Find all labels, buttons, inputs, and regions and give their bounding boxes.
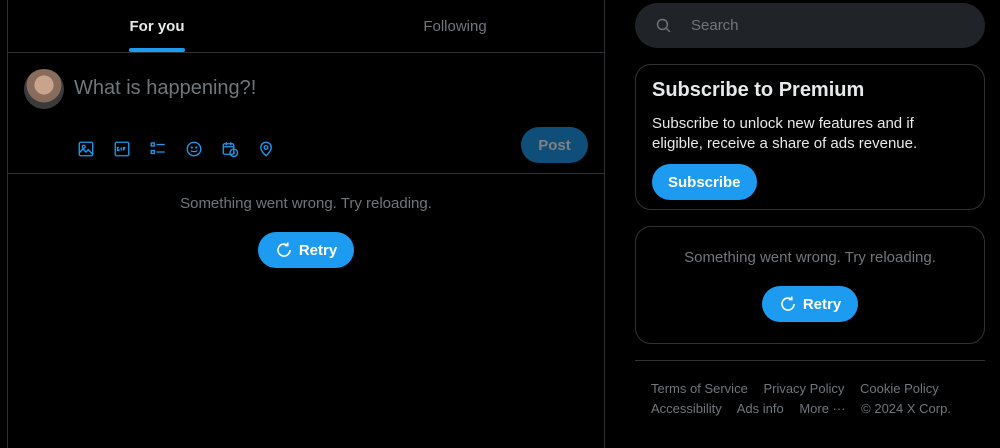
error-message: Something went wrong. Try reloading.: [684, 249, 936, 266]
tab-label: Following: [423, 17, 487, 35]
premium-title: Subscribe to Premium: [652, 79, 865, 101]
retry-button[interactable]: Retry: [761, 286, 859, 322]
compose-input[interactable]: [74, 77, 574, 100]
post-composer: Post: [8, 53, 604, 174]
schedule-icon[interactable]: [212, 131, 248, 167]
search-input[interactable]: [691, 17, 951, 34]
refresh-icon: [277, 242, 291, 257]
image-icon[interactable]: [68, 131, 104, 167]
copyright: © 2024 X Corp.: [861, 401, 951, 416]
avatar[interactable]: [24, 69, 64, 109]
footer: Terms of Service Privacy Policy Cookie P…: [635, 360, 985, 419]
tab-label: For you: [129, 17, 185, 35]
gif-icon[interactable]: [104, 131, 140, 167]
premium-card: Subscribe to Premium Subscribe to unlock…: [635, 64, 985, 210]
location-icon[interactable]: [248, 131, 284, 167]
premium-description: Subscribe to unlock new features and if …: [652, 115, 918, 152]
active-tab-indicator: [129, 48, 185, 52]
footer-link-ads-info[interactable]: Ads info: [737, 401, 784, 416]
sidebar-error: Something went wrong. Try reloading. Ret…: [635, 226, 985, 344]
search-bar[interactable]: [635, 3, 985, 48]
sidebar: Subscribe to Premium Subscribe to unlock…: [635, 0, 985, 419]
poll-icon[interactable]: [140, 131, 176, 167]
footer-link-more[interactable]: More ···: [799, 401, 845, 416]
tab-following[interactable]: Following: [306, 0, 604, 52]
timeline-tabs: For you Following: [8, 0, 604, 53]
composer-toolbar: [68, 131, 284, 167]
retry-label: Retry: [298, 241, 338, 259]
footer-link-accessibility[interactable]: Accessibility: [651, 401, 722, 416]
refresh-icon: [781, 296, 795, 311]
footer-link-cookie[interactable]: Cookie Policy: [860, 381, 939, 396]
search-icon: [656, 18, 671, 33]
footer-link-terms[interactable]: Terms of Service: [651, 381, 748, 396]
error-message: Something went wrong. Try reloading.: [180, 195, 432, 212]
emoji-icon[interactable]: [176, 131, 212, 167]
subscribe-button[interactable]: Subscribe: [652, 164, 757, 200]
tab-for-you[interactable]: For you: [8, 0, 306, 52]
main-column: For you Following What is happening?! Po…: [7, 0, 605, 448]
post-button[interactable]: Post: [521, 127, 588, 163]
footer-link-privacy[interactable]: Privacy Policy: [763, 381, 844, 396]
retry-label: Retry: [802, 295, 842, 313]
retry-button[interactable]: Retry: [257, 232, 355, 268]
feed-error: Something went wrong. Try reloading. Ret…: [8, 174, 604, 268]
